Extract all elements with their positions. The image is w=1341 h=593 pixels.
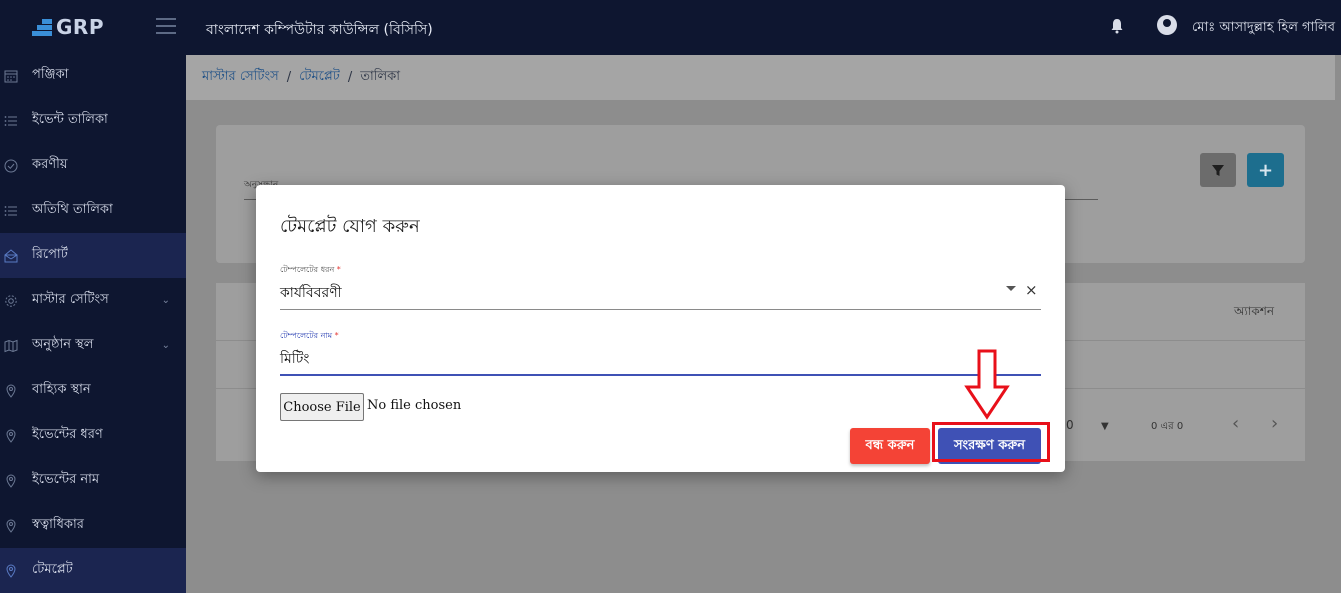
chevron-down-icon[interactable]: ⌄ bbox=[162, 340, 170, 351]
sidebar-item-label: পঞ্জিকা bbox=[32, 67, 69, 82]
location-pin-icon bbox=[4, 564, 18, 578]
filter-button[interactable] bbox=[1200, 153, 1236, 187]
sidebar-item-label: ইভেন্টের নাম bbox=[32, 472, 100, 487]
template-type-label: টেম্পলেটের ধরন * bbox=[280, 264, 341, 277]
calendar-icon bbox=[4, 69, 18, 83]
close-button[interactable]: বন্ধ করুন bbox=[850, 428, 930, 464]
sidebar-nav: পঞ্জিকা ইভেন্ট তালিকা করণীয় অতিথি তালিক… bbox=[0, 53, 186, 593]
sidebar-item-todo[interactable]: করণীয় bbox=[0, 143, 186, 188]
template-name-label-text: টেম্পলেটের নাম bbox=[280, 331, 333, 340]
dialog-title: টেমপ্লেট যোগ করুন bbox=[280, 216, 420, 237]
sidebar-item-report[interactable]: রিপোর্ট bbox=[0, 233, 186, 278]
sidebar-item-label: বাহ্যিক স্থান bbox=[32, 382, 91, 397]
breadcrumb-separator: / bbox=[347, 70, 353, 85]
breadcrumb: মাস্টার সেটিংস / টেমপ্লেট / তালিকা bbox=[186, 55, 1335, 100]
choose-file-button[interactable]: Choose File bbox=[280, 393, 364, 421]
app-logo[interactable]: GRP bbox=[32, 12, 104, 42]
menu-toggle-icon[interactable] bbox=[156, 18, 176, 34]
user-name[interactable]: মোঃ আসাদুল্লাহ হিল গালিব bbox=[1192, 18, 1335, 39]
breadcrumb-master-settings[interactable]: মাস্টার সেটিংস bbox=[202, 67, 279, 88]
logo-text: GRP bbox=[56, 15, 104, 39]
sidebar-item-label: করণীয় bbox=[32, 157, 68, 172]
map-icon bbox=[4, 339, 18, 353]
sidebar-item-label: অনুষ্ঠান স্থল bbox=[32, 337, 94, 352]
template-type-underline bbox=[280, 309, 1041, 310]
template-type-label-text: টেম্পলেটের ধরন bbox=[280, 265, 335, 274]
sidebar-item-label: মাস্টার সেটিংস bbox=[32, 292, 109, 307]
required-mark: * bbox=[334, 331, 339, 340]
template-type-select[interactable]: কার্যবিবরণী bbox=[280, 281, 342, 305]
bell-icon[interactable] bbox=[1110, 18, 1124, 34]
logo-grid-icon bbox=[32, 17, 52, 37]
breadcrumb-current: তালিকা bbox=[360, 69, 401, 84]
sidebar-item-event-list[interactable]: ইভেন্ট তালিকা bbox=[0, 98, 186, 143]
sidebar-item-label: ইভেন্টের ধরণ bbox=[32, 427, 103, 442]
sidebar-item-guest-list[interactable]: অতিথি তালিকা bbox=[0, 188, 186, 233]
template-name-underline bbox=[280, 374, 1041, 376]
file-status: No file chosen bbox=[367, 398, 462, 413]
list-icon bbox=[4, 114, 18, 128]
table-header-action: অ্যাকশন bbox=[1234, 304, 1275, 318]
down-arrow-annotation-icon bbox=[964, 349, 1010, 420]
location-pin-icon bbox=[4, 384, 18, 398]
pagination-info: 0 এর 0 bbox=[1151, 421, 1184, 432]
add-button[interactable]: + bbox=[1247, 153, 1284, 187]
sidebar-item-label: অতিথি তালিকা bbox=[32, 202, 113, 217]
sidebar-item-label: ইভেন্ট তালিকা bbox=[32, 112, 108, 127]
template-name-input[interactable]: মিটিং bbox=[280, 347, 309, 371]
sidebar-item-venue[interactable]: অনুষ্ঠান স্থল ⌄ bbox=[0, 323, 186, 368]
sidebar-item-template[interactable]: টেমপ্লেট bbox=[0, 548, 186, 593]
chevron-left-icon[interactable]: ‹ bbox=[1232, 413, 1239, 434]
caret-down-icon[interactable]: ▼ bbox=[1101, 421, 1109, 432]
check-circle-icon bbox=[4, 159, 18, 173]
user-avatar-icon[interactable] bbox=[1157, 15, 1177, 35]
gear-icon bbox=[4, 294, 18, 308]
rows-per-page-value[interactable]: 0 bbox=[1066, 418, 1074, 432]
save-highlight-box bbox=[932, 422, 1050, 462]
sidebar-item-master-settings[interactable]: মাস্টার সেটিংস ⌄ bbox=[0, 278, 186, 323]
top-bar: বাংলাদেশ কম্পিউটার কাউন্সিল (বিসিসি) মোঃ… bbox=[186, 0, 1341, 55]
clear-icon[interactable]: × bbox=[1025, 281, 1038, 299]
breadcrumb-template[interactable]: টেমপ্লেট bbox=[299, 67, 340, 88]
location-pin-icon bbox=[4, 519, 18, 533]
sidebar-item-label: স্বত্বাধিকার bbox=[32, 517, 84, 532]
sidebar-item-label: টেমপ্লেট bbox=[32, 562, 73, 577]
sidebar: GRP পঞ্জিকা ইভেন্ট তালিকা করণীয় অতিথি ত… bbox=[0, 0, 186, 593]
sidebar-item-label: রিপোর্ট bbox=[32, 247, 68, 262]
sidebar-item-ownership[interactable]: স্বত্বাধিকার bbox=[0, 503, 186, 548]
filter-icon bbox=[1212, 165, 1224, 176]
report-icon bbox=[4, 248, 18, 263]
location-pin-icon bbox=[4, 429, 18, 443]
sidebar-item-calendar[interactable]: পঞ্জিকা bbox=[0, 53, 186, 98]
org-title: বাংলাদেশ কম্পিউটার কাউন্সিল (বিসিসি) bbox=[206, 22, 433, 38]
template-name-label: টেম্পলেটের নাম * bbox=[280, 330, 339, 343]
location-pin-icon bbox=[4, 474, 18, 488]
sidebar-item-external-place[interactable]: বাহ্যিক স্থান bbox=[0, 368, 186, 413]
sidebar-item-event-name[interactable]: ইভেন্টের নাম bbox=[0, 458, 186, 503]
chevron-right-icon[interactable]: › bbox=[1271, 413, 1278, 434]
dropdown-caret-icon[interactable] bbox=[1006, 286, 1016, 291]
sidebar-item-event-type[interactable]: ইভেন্টের ধরণ bbox=[0, 413, 186, 458]
chevron-down-icon[interactable]: ⌄ bbox=[162, 295, 170, 306]
list-icon bbox=[4, 204, 18, 218]
breadcrumb-separator: / bbox=[286, 70, 292, 85]
required-mark: * bbox=[336, 265, 341, 274]
